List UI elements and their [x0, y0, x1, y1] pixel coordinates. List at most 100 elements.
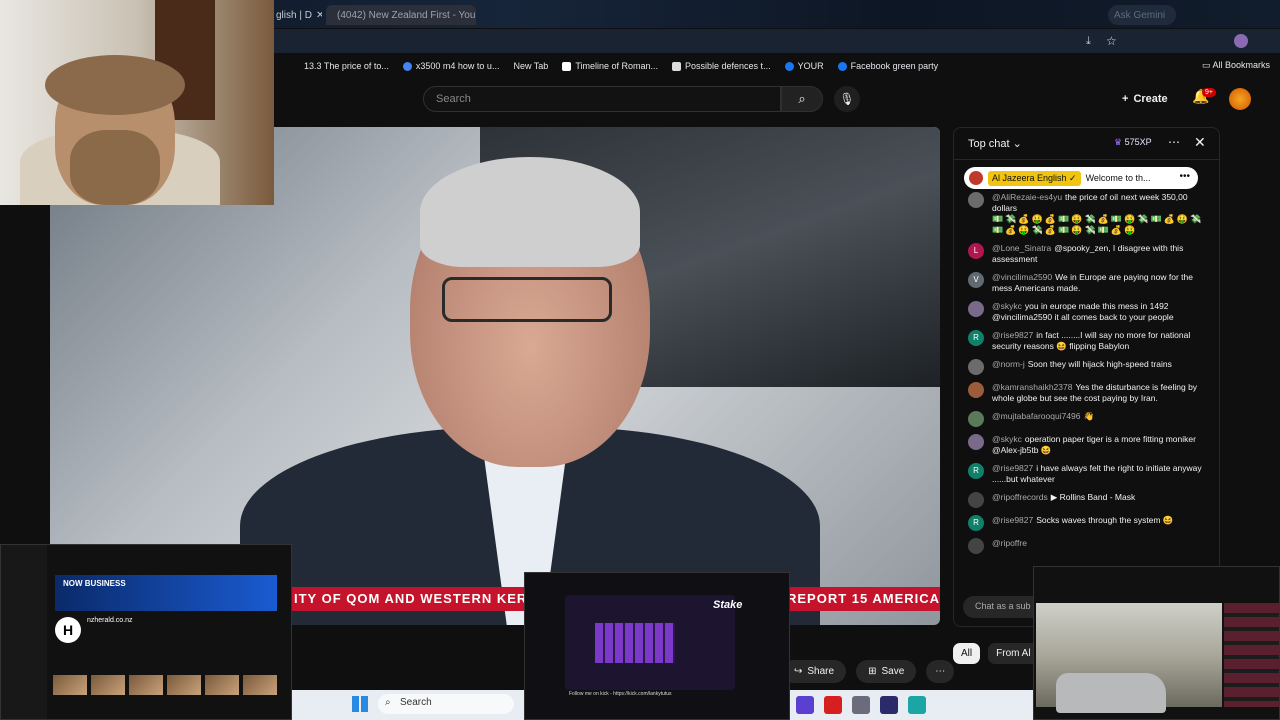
overlay-side-list — [1224, 603, 1279, 707]
chat-author[interactable]: @AliRezaie-es4yu — [992, 192, 1062, 202]
chat-author[interactable]: @skykc — [992, 301, 1022, 311]
chat-message[interactable]: @skykc operation paper tiger is a more fi… — [968, 434, 1209, 456]
more-icon[interactable]: ⋯ — [1168, 135, 1180, 149]
search-input[interactable]: Search — [423, 86, 781, 112]
overlay-thumb — [205, 675, 239, 695]
mic-button[interactable]: 🎙 — [834, 86, 860, 112]
account-avatar[interactable] — [1229, 88, 1251, 110]
chat-author[interactable]: @rise9827 — [992, 463, 1033, 473]
pinned-message[interactable]: Al Jazeera English ✓ Welcome to th... ••… — [964, 167, 1198, 189]
create-button[interactable]: + Create — [1122, 88, 1168, 110]
chat-author[interactable]: @mujtabafarooqui7496 — [992, 411, 1081, 421]
xp-badge[interactable]: ♛ 575XP — [1114, 137, 1152, 148]
top-chat-dropdown[interactable]: Top chat ⌄ — [968, 137, 1022, 150]
overlay-thumb — [167, 675, 201, 695]
bookmark-2[interactable]: x3500 m4 how to u... — [402, 61, 499, 71]
bookmark-5[interactable]: Possible defences t... — [672, 61, 771, 71]
chat-message-body: @AliRezaie-es4yu the price of oil next wee… — [992, 192, 1209, 236]
pinned-text: Welcome to th... — [1085, 173, 1151, 183]
overlay-game-grid — [595, 623, 675, 663]
install-icon[interactable]: ⤓ — [1086, 35, 1091, 48]
overlay-video-row — [53, 675, 277, 695]
mic-icon: 🎙 — [839, 92, 855, 106]
chat-input[interactable]: Chat as a sub — [963, 596, 1043, 618]
app-icon-purple[interactable] — [796, 696, 814, 714]
bookmark-3[interactable]: New Tab — [513, 61, 548, 71]
overlay-brand: Stake — [713, 599, 743, 611]
chat-header: Top chat ⌄ ♛ 575XP ⋯ ✕ — [954, 128, 1219, 160]
chip-all[interactable]: All — [953, 643, 981, 664]
create-label: Create — [1133, 93, 1168, 105]
chat-message[interactable]: R @rise9827 Socks waves through the system… — [968, 515, 1209, 531]
chat-text: 👋 — [1083, 411, 1095, 421]
ticker-left: ITY OF QOM AND WESTERN KERM — [294, 591, 540, 606]
chat-text: the price of oil — [1065, 192, 1118, 202]
chat-avatar — [968, 434, 984, 450]
app-icon-teal[interactable] — [908, 696, 926, 714]
chat-author[interactable]: @ripoffrecords — [992, 492, 1048, 502]
chat-message-body: @rise9827 in fact ........I will say no m… — [992, 330, 1209, 352]
all-bookmarks-label: All Bookmarks — [1212, 60, 1270, 70]
search-icon: ⌕ — [385, 697, 391, 708]
share-button[interactable]: ↪ Share — [782, 660, 847, 683]
chat-message[interactable]: @norm-j Soon they will hijack high-speed … — [968, 359, 1209, 375]
bookmark-label: YOUR — [797, 61, 824, 71]
tab-active[interactable]: (4042) New Zealand First - You — [326, 5, 476, 25]
plus-icon: + — [1122, 93, 1129, 105]
close-icon[interactable]: ✕ — [316, 10, 322, 21]
tab-partial[interactable]: glish | D ✕ — [276, 5, 322, 25]
crown-icon: ♛ — [1114, 137, 1123, 147]
bookmark-7[interactable]: Facebook green party — [837, 61, 938, 71]
chat-author[interactable]: @skykc — [992, 434, 1022, 444]
chat-message-body: @vincilima2590 We in Europe are paying no… — [992, 272, 1209, 294]
chat-message[interactable]: R @rise9827 i have always felt the right t… — [968, 463, 1209, 485]
notification-badge: 9+ — [1202, 88, 1216, 97]
app-icon-dark[interactable] — [880, 696, 898, 714]
chat-author[interactable]: @rise9827 — [992, 515, 1033, 525]
address-bar[interactable] — [274, 29, 1280, 53]
bookmark-4[interactable]: Timeline of Roman... — [562, 61, 658, 71]
taskbar-apps — [790, 690, 1033, 720]
pinned-more-icon[interactable]: ••• — [1179, 171, 1190, 182]
taskbar-search[interactable]: ⌕ Search — [378, 694, 514, 714]
chat-author[interactable]: @rise9827 — [992, 330, 1033, 340]
chat-message[interactable]: @AliRezaie-es4yu the price of oil next wee… — [968, 192, 1209, 236]
chat-message[interactable]: @ripoffre — [968, 538, 1209, 554]
chat-message[interactable]: R @rise9827 in fact ........I will say no … — [968, 330, 1209, 352]
ticker-right: REPORT 15 AMERICAN — [787, 591, 940, 606]
top-chat-label: Top chat — [968, 138, 1010, 150]
ask-gemini-label: Ask Gemini — [1114, 9, 1166, 21]
overlay-caption: Follow me on kick - https://kick.com/lan… — [569, 691, 672, 697]
chat-author[interactable]: @kamranshaikh2378 — [992, 382, 1072, 392]
save-button[interactable]: ⊞ Save — [856, 660, 917, 683]
bookmark-1[interactable]: 13.3 The price of to... — [304, 61, 389, 71]
chat-message[interactable]: V @vincilima2590 We in Europe are paying n… — [968, 272, 1209, 294]
chat-message-body: @skykc you in europe made this mess in 14… — [992, 301, 1209, 323]
chat-message[interactable]: @kamranshaikh2378 Yes the disturbance is … — [968, 382, 1209, 404]
chat-message[interactable]: @mujtabafarooqui7496 👋 — [968, 411, 1209, 427]
live-chat: Top chat ⌄ ♛ 575XP ⋯ ✕ Al Jazeera Englis… — [953, 127, 1220, 627]
chat-author[interactable]: @ripoffre — [992, 538, 1027, 548]
chat-author[interactable]: @norm-j — [992, 359, 1025, 369]
bookmark-6[interactable]: YOUR — [784, 61, 824, 71]
overlay-nzherald: NOW BUSINESS H nzherald.co.nz — [0, 544, 292, 720]
chat-author[interactable]: @Lone_Sinatra — [992, 243, 1051, 253]
chat-message[interactable]: L @Lone_Sinatra @spooky_zen, I disagree wi… — [968, 243, 1209, 265]
chat-author[interactable]: @vincilima2590 — [992, 272, 1052, 282]
chat-avatar — [968, 382, 984, 398]
star-icon[interactable]: ☆ — [1106, 34, 1117, 48]
ask-gemini-button[interactable]: Ask Gemini — [1108, 5, 1176, 25]
windows-start-icon[interactable] — [352, 696, 368, 712]
all-bookmarks[interactable]: ▭ All Bookmarks — [1202, 60, 1270, 71]
overlay-thumb — [53, 675, 87, 695]
overlay-sidebar — [1, 545, 47, 719]
profile-avatar[interactable] — [1234, 34, 1248, 48]
chat-message[interactable]: @ripoffrecords ▶ Rollins Band - Mask — [968, 492, 1209, 508]
app-icon-red[interactable] — [824, 696, 842, 714]
chat-message[interactable]: @skykc you in europe made this mess in 14… — [968, 301, 1209, 323]
chat-avatar: V — [968, 272, 984, 288]
settings-icon[interactable] — [852, 696, 870, 714]
more-actions-button[interactable]: ⋯ — [926, 660, 955, 683]
close-chat-icon[interactable]: ✕ — [1194, 134, 1206, 151]
search-button[interactable]: ⌕ — [781, 86, 823, 112]
